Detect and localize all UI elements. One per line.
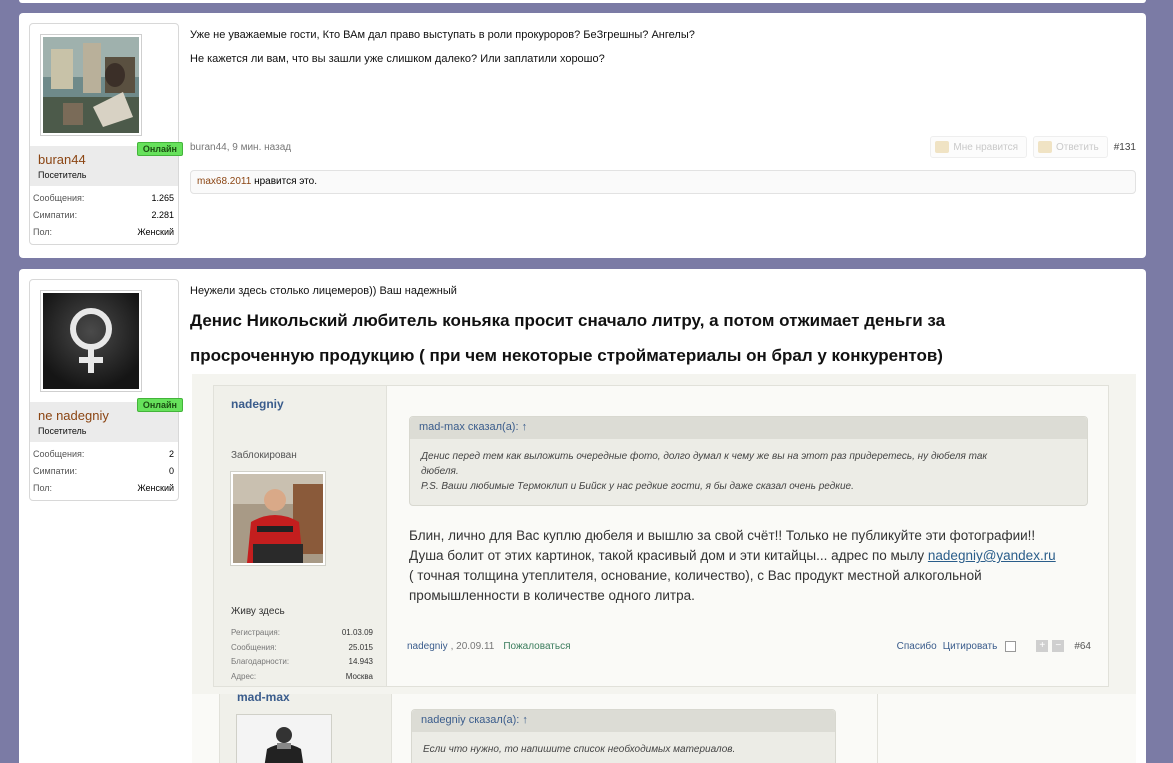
online-badge: Онлайн [136,142,183,156]
avatar[interactable] [40,290,142,392]
thumbs-up-icon [935,141,950,153]
like-button[interactable]: Мне нравится [930,136,1027,158]
embedded-stat-row: Регистрация: 01.03.09 [231,628,373,637]
female-avatar-icon [43,293,139,389]
message-bold-line: Денис Никольский любитель коньяка просит… [190,311,946,330]
user-info-panel: Онлайн ne nadegniy Посетитель Сообщения:… [29,279,183,501]
reply-button[interactable]: Ответить [1033,136,1108,158]
embedded-quote-header: mad-max сказал(а): ↑ [410,417,1087,439]
stat-row: Пол: Женский [33,227,174,237]
embedded-avatar [236,714,332,763]
minus-icon: − [1052,640,1065,652]
embedded-quote-body: Денис перед тем как выложить очередные ф… [421,451,988,492]
stat-row: Пол: Женский [33,483,174,493]
divider [877,694,878,763]
embedded-avatar [230,471,326,566]
plus-icon: + [1036,640,1049,652]
post-number-link[interactable]: #131 [1114,142,1136,153]
embedded-userbox: mad-max [219,690,392,763]
embedded-checkbox [1005,640,1017,652]
embedded-message-text: Блин, лично для Вас куплю дюбеля и вышлю… [409,528,1056,603]
embedded-screenshot[interactable]: nadegniy Заблокирован Живу здесь Регистр… [192,374,1136,694]
embedded-footer: nadegniy , 20.09.11 Пожаловаться Спасибо… [407,640,1091,652]
man-photo-icon [233,474,323,563]
user-title: Посетитель [38,426,87,436]
stat-row: Сообщения: 2 [33,449,174,459]
user-stats: Сообщения: 1.265 Симпатии: 2.281 Пол: Женск… [30,186,178,244]
message-line: Уже не уважаемые гости, Кто ВАм дал прав… [190,29,695,41]
stat-row: Симпатии: 0 [33,466,174,476]
message-line: Не кажется ли вам, что вы зашли уже слиш… [190,53,605,65]
liker-link[interactable]: max68.2011 [197,176,251,187]
embedded-stats: Регистрация: 01.03.09 Сообщения: 25.015 Бл… [231,626,373,684]
forum-post: Онлайн buran44 Посетитель Сообщения: 1.26… [19,13,1146,258]
user-info-panel: Онлайн buran44 Посетитель Сообщения: 1.26… [29,23,183,245]
man-photo-icon [237,715,331,763]
embedded-email-link: nadegniy@yandex.ru [927,548,1056,563]
forum-post: Онлайн ne nadegniy Посетитель Сообщения:… [19,269,1146,763]
embedded-quote-header: nadegniy сказал(а): ↑ [412,710,835,732]
embedded-stat-row: Благодарности: 14.943 [231,657,373,666]
embedded-live-label: Живу здесь [231,606,285,617]
reply-icon [1038,141,1052,153]
message-body: Уже не уважаемые гости, Кто ВАм дал прав… [190,23,1136,71]
embedded-quote: mad-max сказал(а): ↑ Денис перед тем как… [409,416,1088,506]
embedded-quote: nadegniy сказал(а): ↑ Если что нужно, то… [411,709,836,763]
avatar[interactable] [40,34,142,136]
embedded-username: nadegniy [231,397,284,411]
avatar-photo-icon [43,37,139,133]
embedded-username: mad-max [237,690,290,704]
embedded-quote-body: Если что нужно, то напишите список необх… [423,744,736,755]
message-meta: buran44, 9 мин. назад Мне нравится Ответ… [190,135,1136,159]
message-body: Неужели здесь столько лицемеров)) Ваш на… [190,279,1136,373]
embedded-post: nadegniy Заблокирован Живу здесь Регистр… [213,385,1109,687]
online-badge: Онлайн [136,398,183,412]
stat-row: Сообщения: 1.265 [33,193,174,203]
embedded-screenshot[interactable]: mad-max nadegniy сказал(а): ↑ Если что н… [192,690,1136,763]
embedded-status: Заблокирован [231,450,297,461]
embedded-userbox: nadegniy Заблокирован Живу здесь Регистр… [214,386,387,686]
message-bold-line: просроченную продукцию ( при чем некотор… [190,346,943,365]
message-line: Неужели здесь столько лицемеров)) Ваш на… [190,285,457,297]
embedded-stat-row: Адрес: Москва [231,671,373,681]
likes-summary: max68.2011 нравится это. [190,170,1136,194]
post-author-date[interactable]: buran44, 9 мин. назад [190,142,291,153]
stat-row: Симпатии: 2.281 [33,210,174,220]
user-stats: Сообщения: 2 Симпатии: 0 Пол: Женский [30,442,178,500]
embedded-stat-row: Сообщения: 25.015 [231,642,373,652]
user-title: Посетитель [38,170,87,180]
previous-post-edge [19,0,1146,3]
